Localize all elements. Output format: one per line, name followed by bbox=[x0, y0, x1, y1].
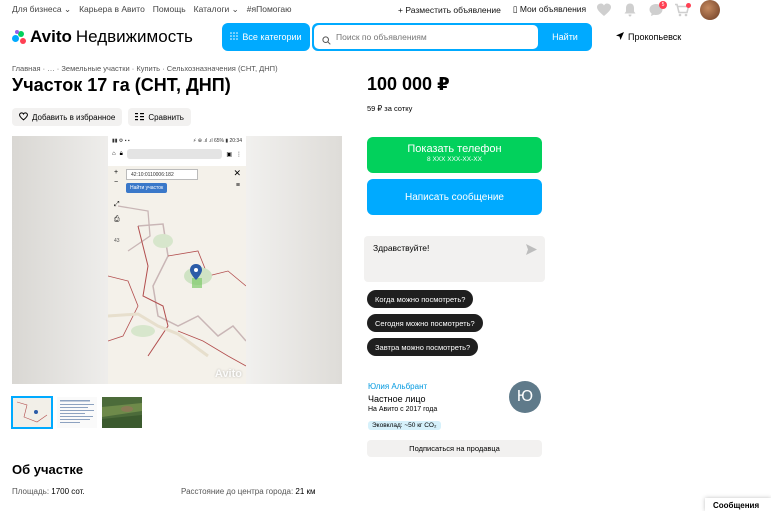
phone-status-bar: ▮▮ ⚙ ▪ ▪ ⚡ ⊕ .ıl .ıl 65% ▮ 20:34 bbox=[108, 136, 246, 146]
document-icon: ▯ bbox=[512, 4, 520, 14]
top-right-links: + Разместить объявление ▯ Мои объявления bbox=[398, 4, 586, 15]
quick-reply-today[interactable]: Сегодня можно посмотреть? bbox=[367, 314, 483, 332]
param-area-value: 1700 сот. bbox=[51, 487, 85, 496]
notifications-badge: 5 bbox=[659, 1, 667, 9]
avito-logo[interactable]: Avito Недвижимость bbox=[12, 27, 193, 47]
heart-icon[interactable] bbox=[596, 2, 612, 18]
tabs-icon: ▣ bbox=[226, 151, 232, 158]
param-distance-label: Расстояние до центра города: bbox=[181, 487, 294, 496]
page-title: Участок 17 га (СНТ, ДНП) bbox=[12, 75, 231, 95]
quick-message-box[interactable]: Здравствуйте! bbox=[364, 236, 545, 282]
avito-watermark: Avito bbox=[214, 368, 242, 380]
top-bar: Для бизнеса ⌄ Карьера в Авито Помощь Кат… bbox=[0, 0, 771, 20]
search-bar: Найти bbox=[312, 23, 592, 51]
zoom-out-icon: − bbox=[114, 179, 119, 186]
add-to-favorites-button[interactable]: Добавить в избранное bbox=[12, 108, 123, 126]
search-input[interactable] bbox=[314, 25, 538, 49]
phone-url-bar: ⌂ 🔒︎ ▣ ⋮ bbox=[108, 146, 246, 162]
bell-icon[interactable] bbox=[622, 2, 638, 18]
all-categories-button[interactable]: Все категории bbox=[222, 23, 310, 51]
photo-gallery[interactable]: ▮▮ ⚙ ▪ ▪ ⚡ ⊕ .ıl .ıl 65% ▮ 20:34 ⌂ 🔒︎ ▣ … bbox=[12, 136, 342, 384]
search-icon bbox=[322, 32, 331, 50]
all-categories-label: Все категории bbox=[242, 32, 302, 42]
cadastral-map: 42:10:0110006:182 Найти участок + − ✕ ≡ … bbox=[108, 166, 246, 384]
logo-section: Недвижимость bbox=[75, 27, 193, 46]
my-ads-link[interactable]: ▯ Мои объявления bbox=[513, 4, 586, 15]
avito-logo-icon bbox=[12, 30, 26, 44]
more-icon: ⋮ bbox=[236, 151, 242, 158]
chevron-down-icon: ⌄ bbox=[61, 4, 72, 14]
price-per-sotka: 59 ₽ за сотку bbox=[367, 104, 413, 113]
thumbnail-map[interactable] bbox=[11, 396, 53, 429]
subscribe-seller-button[interactable]: Подписаться на продавца bbox=[367, 440, 542, 457]
compare-label: Сравнить bbox=[148, 112, 184, 122]
param-area: Площадь: 1700 сот. bbox=[12, 487, 85, 496]
cart-dot bbox=[686, 3, 691, 8]
link-ya-pomogayu[interactable]: #яПомогаю bbox=[247, 4, 292, 15]
map-find-plot-button: Найти участок bbox=[126, 183, 168, 193]
location-selector[interactable]: Прокопьевск bbox=[616, 32, 681, 42]
home-icon: ⌂ bbox=[112, 151, 116, 157]
gallery-thumbnails bbox=[11, 396, 142, 429]
about-section-title: Об участке bbox=[12, 462, 84, 477]
cart-icon[interactable] bbox=[674, 2, 691, 18]
location-arrow-icon bbox=[616, 32, 624, 42]
map-side-number: 43 bbox=[114, 238, 120, 244]
listing-actions: Добавить в избранное Сравнить bbox=[12, 108, 191, 126]
link-help[interactable]: Помощь bbox=[153, 4, 186, 15]
post-ad-label: Разместить объявление bbox=[405, 4, 501, 15]
top-icons: 5 bbox=[596, 0, 720, 20]
quick-reply-when[interactable]: Когда можно посмотреть? bbox=[367, 290, 474, 308]
location-label: Прокопьевск bbox=[628, 32, 682, 42]
messages-tab[interactable]: Сообщения bbox=[705, 498, 771, 511]
quick-reply-tomorrow[interactable]: Завтра можно посмотреть? bbox=[367, 338, 479, 356]
logo-brand: Avito bbox=[30, 27, 72, 46]
quick-message-text[interactable]: Здравствуйте! bbox=[373, 243, 429, 253]
zoom-in-icon: + bbox=[114, 169, 119, 176]
phone-status-left: ▮▮ ⚙ ▪ ▪ bbox=[112, 138, 130, 144]
link-catalogs[interactable]: Каталоги ⌄ bbox=[194, 4, 239, 15]
write-message-button[interactable]: Написать сообщение bbox=[367, 179, 542, 215]
param-distance-value: 21 км bbox=[295, 487, 316, 496]
link-career[interactable]: Карьера в Авито bbox=[79, 4, 145, 15]
price: 100 000 ₽ bbox=[367, 74, 450, 94]
thumbnail-satellite[interactable] bbox=[102, 397, 142, 428]
map-close-icon: ✕ bbox=[233, 168, 241, 178]
show-phone-label: Показать телефон bbox=[407, 143, 502, 155]
my-ads-label: Мои объявления bbox=[519, 4, 587, 14]
link-business[interactable]: Для бизнеса ⌄ bbox=[12, 4, 71, 15]
eco-badge[interactable]: Эковклад: ~50 кг CO₂ bbox=[368, 421, 441, 430]
post-ad-link[interactable]: + Разместить объявление bbox=[398, 5, 501, 15]
show-phone-button[interactable]: Показать телефон 8 XXX XXX-XX-XX bbox=[367, 137, 542, 173]
grid-icon bbox=[230, 32, 239, 42]
lock-icon: 🔒︎ bbox=[119, 150, 123, 157]
map-coordinates-field: 42:10:0110006:182 bbox=[126, 169, 198, 180]
phone-screenshot: ▮▮ ⚙ ▪ ▪ ⚡ ⊕ .ıl .ıl 65% ▮ 20:34 ⌂ 🔒︎ ▣ … bbox=[108, 136, 246, 384]
phone-status-right: ⚡ ⊕ .ıl .ıl 65% ▮ 20:34 bbox=[192, 138, 242, 144]
thumbnail-document[interactable] bbox=[57, 397, 97, 428]
chevron-down-icon: ⌄ bbox=[229, 4, 239, 14]
user-avatar[interactable] bbox=[700, 0, 720, 20]
send-icon[interactable] bbox=[526, 242, 537, 260]
param-distance: Расстояние до центра города: 21 км bbox=[181, 487, 316, 496]
add-to-favorites-label: Добавить в избранное bbox=[32, 112, 116, 122]
seller-name-link[interactable]: Юлия Альбрант bbox=[368, 382, 427, 391]
map-print-icon: ⎙ bbox=[114, 216, 120, 223]
seller-type: Частное лицо bbox=[368, 394, 426, 404]
compare-icon bbox=[135, 112, 145, 123]
heart-outline-icon bbox=[19, 111, 28, 123]
messages-icon[interactable]: 5 bbox=[648, 1, 667, 18]
param-area-label: Площадь: bbox=[12, 487, 50, 496]
map-layers-icon: ≡ bbox=[235, 182, 240, 189]
compare-button[interactable]: Сравнить bbox=[128, 108, 191, 126]
top-links: Для бизнеса ⌄ Карьера в Авито Помощь Кат… bbox=[12, 4, 292, 15]
search-button[interactable]: Найти bbox=[540, 23, 590, 51]
phone-mask: 8 XXX XXX-XX-XX bbox=[427, 156, 482, 163]
seller-since: На Авито с 2017 года bbox=[368, 406, 438, 413]
breadcrumb[interactable]: Главная · … · Земельные участки · Купить… bbox=[12, 64, 278, 73]
seller-avatar[interactable]: Ю bbox=[509, 381, 541, 413]
blurred-url bbox=[126, 149, 223, 159]
map-expand-icon: ⤢ bbox=[114, 201, 120, 208]
